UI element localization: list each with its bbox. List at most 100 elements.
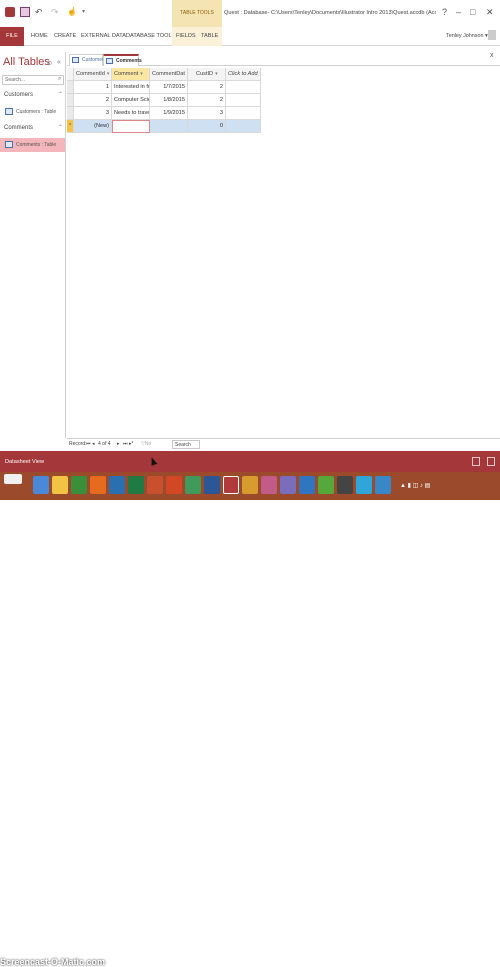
- app-icon[interactable]: [299, 476, 315, 494]
- cell-commentid[interactable]: 3: [74, 107, 112, 120]
- cell-comment[interactable]: Computer Scien: [112, 94, 150, 107]
- nav-item-label: Comments : Table: [16, 142, 57, 148]
- cell-click-to-add[interactable]: [226, 94, 261, 107]
- tab-external-data[interactable]: EXTERNAL DATA: [81, 27, 126, 46]
- tab-create[interactable]: CREATE: [54, 27, 76, 46]
- cell-commentid[interactable]: 1: [74, 81, 112, 94]
- doc-tab-customers[interactable]: Customers: [69, 54, 106, 66]
- collapse-pane-icon[interactable]: «: [57, 59, 61, 66]
- touch-mode-icon[interactable]: ☝: [67, 7, 77, 17]
- chevron-down-icon[interactable]: ▾: [260, 71, 261, 77]
- select-all-button[interactable]: [67, 68, 74, 81]
- row-selector[interactable]: [67, 81, 74, 94]
- nav-item-customers-table[interactable]: Customers : Table: [0, 105, 65, 119]
- windows-start-icon[interactable]: [4, 474, 22, 484]
- cell-click-to-add[interactable]: [226, 120, 261, 133]
- nav-item-comments-table[interactable]: Comments : Table: [0, 138, 65, 152]
- cell-custid[interactable]: 2: [188, 81, 226, 94]
- cell-commentid[interactable]: (New): [74, 120, 112, 133]
- nav-group-label: Comments: [4, 125, 34, 131]
- avatar[interactable]: [488, 30, 496, 40]
- tab-table[interactable]: TABLE: [197, 27, 223, 46]
- cell-click-to-add[interactable]: [226, 81, 261, 94]
- first-record-button[interactable]: ⏮: [86, 439, 91, 450]
- restore-button[interactable]: □: [470, 7, 475, 17]
- publisher-icon[interactable]: [166, 476, 182, 494]
- redo-icon[interactable]: ↷: [51, 7, 61, 17]
- cell-commentdate[interactable]: 1/7/2015: [150, 81, 188, 94]
- column-header-commentdate[interactable]: CommentDat▾: [150, 68, 188, 81]
- tab-home[interactable]: HOME: [31, 27, 48, 46]
- system-clock[interactable]: 8:01 PM 6/24/2014: [474, 948, 496, 966]
- cell-custid[interactable]: 2: [188, 94, 226, 107]
- cell-commentdate[interactable]: 1/9/2015: [150, 107, 188, 120]
- chevron-down-icon[interactable]: ▾: [140, 71, 143, 77]
- app-icon[interactable]: [242, 476, 258, 494]
- ie-icon[interactable]: [33, 476, 49, 494]
- close-window-button[interactable]: ✕: [486, 7, 494, 18]
- next-record-button[interactable]: ▸: [117, 439, 120, 450]
- access-app-icon[interactable]: [5, 7, 15, 17]
- column-header-comment[interactable]: Comment ▾: [112, 68, 150, 81]
- word-icon[interactable]: [204, 476, 220, 494]
- cell-comment[interactable]: Needs to travel: [112, 107, 150, 120]
- column-header-commentid[interactable]: CommentId ▾: [74, 68, 112, 81]
- row-selector[interactable]: [67, 107, 74, 120]
- app-icon[interactable]: [318, 476, 334, 494]
- nav-group-comments[interactable]: Comments ⌃: [0, 122, 66, 135]
- cell-commentdate[interactable]: [150, 120, 188, 133]
- undo-icon[interactable]: ↶: [35, 7, 45, 17]
- last-record-button[interactable]: ⏭: [123, 439, 128, 450]
- chevron-down-icon[interactable]: ▾: [215, 71, 218, 77]
- new-row-marker[interactable]: *: [67, 120, 74, 133]
- customize-qat-icon[interactable]: ▾: [82, 7, 92, 17]
- cell-custid[interactable]: 3: [188, 107, 226, 120]
- datasheet-view-icon[interactable]: [472, 457, 480, 466]
- document-tabs: Customers Comments: [67, 52, 500, 66]
- cell-commentdate[interactable]: 1/8/2015: [150, 94, 188, 107]
- onenote-icon[interactable]: [185, 476, 201, 494]
- file-explorer-icon[interactable]: [52, 476, 68, 494]
- cell-comment[interactable]: Interested in fut: [112, 81, 150, 94]
- excel-icon[interactable]: [128, 476, 144, 494]
- chevron-up-icon: ⌃: [58, 92, 64, 98]
- doc-tab-comments[interactable]: Comments: [103, 54, 142, 66]
- app-icon[interactable]: [261, 476, 277, 494]
- access-taskbar-icon[interactable]: [223, 476, 239, 494]
- firefox-icon[interactable]: [90, 476, 106, 494]
- chevron-down-icon[interactable]: ▾: [107, 71, 110, 77]
- tray-icons[interactable]: ▲ ▮ ◫ ♪ ▤: [400, 482, 430, 489]
- cell-comment-active[interactable]: [112, 120, 150, 133]
- app-icon[interactable]: [280, 476, 296, 494]
- nav-search-input[interactable]: Search...: [2, 75, 64, 85]
- cell-click-to-add[interactable]: [226, 107, 261, 120]
- close-document-button[interactable]: x: [490, 52, 494, 59]
- chevron-down-icon[interactable]: ⊙: [47, 60, 52, 67]
- minimize-button[interactable]: –: [456, 7, 461, 17]
- row-selector[interactable]: [67, 94, 74, 107]
- new-record-button[interactable]: ▸*: [129, 439, 133, 450]
- tab-fields[interactable]: FIELDS: [172, 27, 200, 46]
- powerpoint-icon[interactable]: [147, 476, 163, 494]
- chrome-icon[interactable]: [71, 476, 87, 494]
- record-search-input[interactable]: Search: [172, 440, 200, 449]
- tab-database-tools[interactable]: DATABASE TOOLS: [126, 27, 175, 46]
- previous-record-button[interactable]: ◂: [92, 439, 95, 450]
- app-icon[interactable]: [337, 476, 353, 494]
- save-icon[interactable]: [20, 7, 30, 17]
- cell-commentid[interactable]: 2: [74, 94, 112, 107]
- tab-file[interactable]: FILE: [0, 27, 24, 46]
- nav-group-customers[interactable]: Customers ⌃: [0, 89, 66, 102]
- dropbox-icon[interactable]: [375, 476, 391, 494]
- cell-custid[interactable]: 0: [188, 120, 226, 133]
- user-name[interactable]: Tenley Johnson ▾: [446, 33, 488, 39]
- app-icon[interactable]: [356, 476, 372, 494]
- no-filter-button[interactable]: ▽ No Filter: [141, 439, 156, 458]
- help-button[interactable]: ?: [442, 7, 447, 17]
- app-icon[interactable]: [109, 476, 125, 494]
- design-view-icon[interactable]: [487, 457, 495, 466]
- column-header-custid[interactable]: CustID ▾: [188, 68, 226, 81]
- column-header-click-to-add[interactable]: Click to Add▾: [226, 68, 261, 81]
- record-position-input[interactable]: 4 of 4: [98, 439, 111, 450]
- nav-pane-title[interactable]: All Tables: [3, 56, 50, 68]
